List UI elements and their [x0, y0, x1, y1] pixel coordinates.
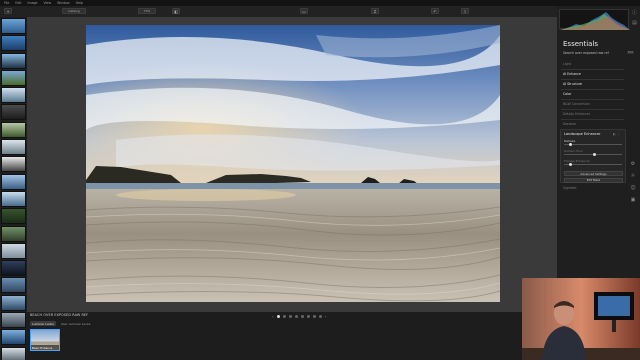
undo-icon[interactable]: ↶ [431, 8, 439, 14]
looks-panel: BEACH OVER EXPOSED RAW REF ‹ › Luminar L… [27, 312, 557, 360]
bag-icon[interactable]: ▣ [631, 197, 636, 203]
filmstrip[interactable] [0, 17, 27, 360]
beach-photo[interactable] [86, 25, 500, 302]
divider [561, 79, 624, 80]
pager-dot[interactable] [318, 315, 322, 318]
pager-next-icon[interactable]: › [325, 314, 327, 319]
divider [561, 69, 624, 70]
zoom-label: 73% [143, 9, 151, 13]
foliage-label: Foliage Enhancer [564, 159, 590, 163]
looks-tabs: Luminar Looks User Luminar Looks [30, 321, 92, 326]
preset-label: Basic Enhance [31, 345, 59, 350]
pager-dot[interactable] [294, 315, 298, 318]
webcam-overlay [522, 278, 640, 360]
film-thumb[interactable] [1, 190, 26, 207]
zoom-dropdown[interactable]: 73% [138, 8, 156, 14]
pager-dot[interactable] [282, 315, 286, 318]
divider [561, 89, 624, 90]
preset-thumbnail[interactable]: Basic Enhance [30, 329, 60, 351]
panel-badge: Edit [627, 51, 635, 55]
tab-user-looks[interactable]: User Luminar Looks [59, 321, 93, 326]
film-thumb[interactable] [1, 242, 26, 259]
sun-icon[interactable]: ☼ [631, 173, 635, 179]
face-icon[interactable]: ☺ [630, 185, 635, 191]
top-toolbar: + Catalog 73% ◧ ▭ ⌗ ↶ ⇪ Library Edit ... [0, 6, 640, 17]
dehaze-label: Dehaze [564, 139, 576, 143]
gear-icon[interactable]: ⚙ [631, 161, 635, 167]
film-thumb[interactable] [1, 346, 26, 360]
share-icon[interactable]: ⇪ [461, 8, 469, 14]
slider-knob[interactable] [568, 142, 572, 146]
panel-subtitle: Search over exposed raw ref [563, 51, 609, 55]
histogram [559, 9, 630, 30]
film-thumb[interactable] [1, 277, 26, 294]
section-color[interactable]: Color [563, 92, 571, 96]
pager-dot[interactable] [312, 315, 316, 318]
foliage-slider[interactable]: Foliage Enhancer [564, 159, 624, 166]
tab-luminar-looks[interactable]: Luminar Looks [30, 321, 56, 326]
landscape-enhancer-tool: Landscape Enhancer ◐ ⋯ Dehaze Golden Hou… [560, 129, 626, 183]
edit-mask-button[interactable]: Edit Mask [564, 177, 623, 183]
film-thumb[interactable] [1, 35, 26, 52]
film-thumb[interactable] [1, 260, 26, 277]
film-thumb[interactable] [1, 104, 26, 121]
film-thumb[interactable] [1, 52, 26, 69]
film-thumb[interactable] [1, 18, 26, 34]
compare-icon[interactable]: ◧ [172, 8, 180, 14]
info-icon[interactable]: ⓘ [632, 9, 637, 16]
film-thumb[interactable] [1, 225, 26, 242]
image-canvas[interactable] [27, 17, 557, 312]
film-thumb[interactable] [1, 139, 26, 156]
section-vignette[interactable]: Vignette [563, 186, 576, 190]
film-thumb[interactable] [1, 69, 26, 86]
advanced-settings-button[interactable]: Advanced Settings [564, 171, 623, 176]
film-thumb[interactable] [1, 312, 26, 329]
dehaze-slider[interactable]: Dehaze [564, 139, 624, 146]
panel-side-icons: ⓘ ▤ [630, 9, 639, 26]
right-toolbar: ⚙ ☼ ☺ ▣ [628, 161, 638, 203]
section-ai-enhance[interactable]: AI Enhance [563, 72, 581, 76]
pager-dot[interactable] [300, 315, 304, 318]
catalog-label: Catalog [68, 9, 80, 13]
pager-dot[interactable] [276, 315, 280, 318]
slider-track[interactable] [564, 162, 622, 166]
view-icon[interactable]: ▭ [300, 8, 308, 14]
luminar-app-window: File Edit Image View Window Help + Catal… [0, 0, 640, 360]
film-thumb[interactable] [1, 208, 26, 225]
looks-title: BEACH OVER EXPOSED RAW REF [30, 313, 89, 317]
pager-prev-icon[interactable]: ‹ [272, 314, 274, 319]
film-thumb[interactable] [1, 87, 26, 104]
section-bw[interactable]: B&W Conversion [563, 102, 590, 106]
divider [561, 119, 624, 120]
film-thumb[interactable] [1, 121, 26, 138]
panel-title: Essentials [563, 40, 599, 48]
film-thumb[interactable] [1, 294, 26, 311]
divider [561, 99, 624, 100]
looks-pager[interactable]: ‹ › [272, 314, 326, 319]
film-thumb[interactable] [1, 329, 26, 346]
golden-hour-slider[interactable]: Golden Hour [564, 149, 624, 156]
slider-knob[interactable] [593, 152, 596, 156]
film-thumb[interactable] [1, 173, 26, 190]
pager-dot[interactable] [288, 315, 292, 318]
landscape-title: Landscape Enhancer [564, 132, 601, 136]
section-details[interactable]: Details Enhancer [563, 112, 590, 116]
slider-knob[interactable] [568, 162, 572, 166]
divider [561, 109, 624, 110]
add-photos-icon[interactable]: + [4, 8, 12, 14]
crop-icon[interactable]: ⌗ [371, 8, 379, 14]
film-thumb[interactable] [1, 156, 26, 173]
catalog-button[interactable]: Catalog [62, 8, 86, 14]
section-denoise[interactable]: Denoise [563, 122, 576, 126]
section-light[interactable]: Light [563, 62, 571, 66]
slider-track[interactable] [564, 152, 622, 156]
pager-dot[interactable] [306, 315, 310, 318]
layers-icon[interactable]: ▤ [632, 20, 637, 26]
section-ai-structure[interactable]: AI Structure [563, 82, 582, 86]
tool-options-icon[interactable]: ◐ ⋯ [613, 132, 620, 136]
slider-track[interactable] [564, 142, 622, 146]
